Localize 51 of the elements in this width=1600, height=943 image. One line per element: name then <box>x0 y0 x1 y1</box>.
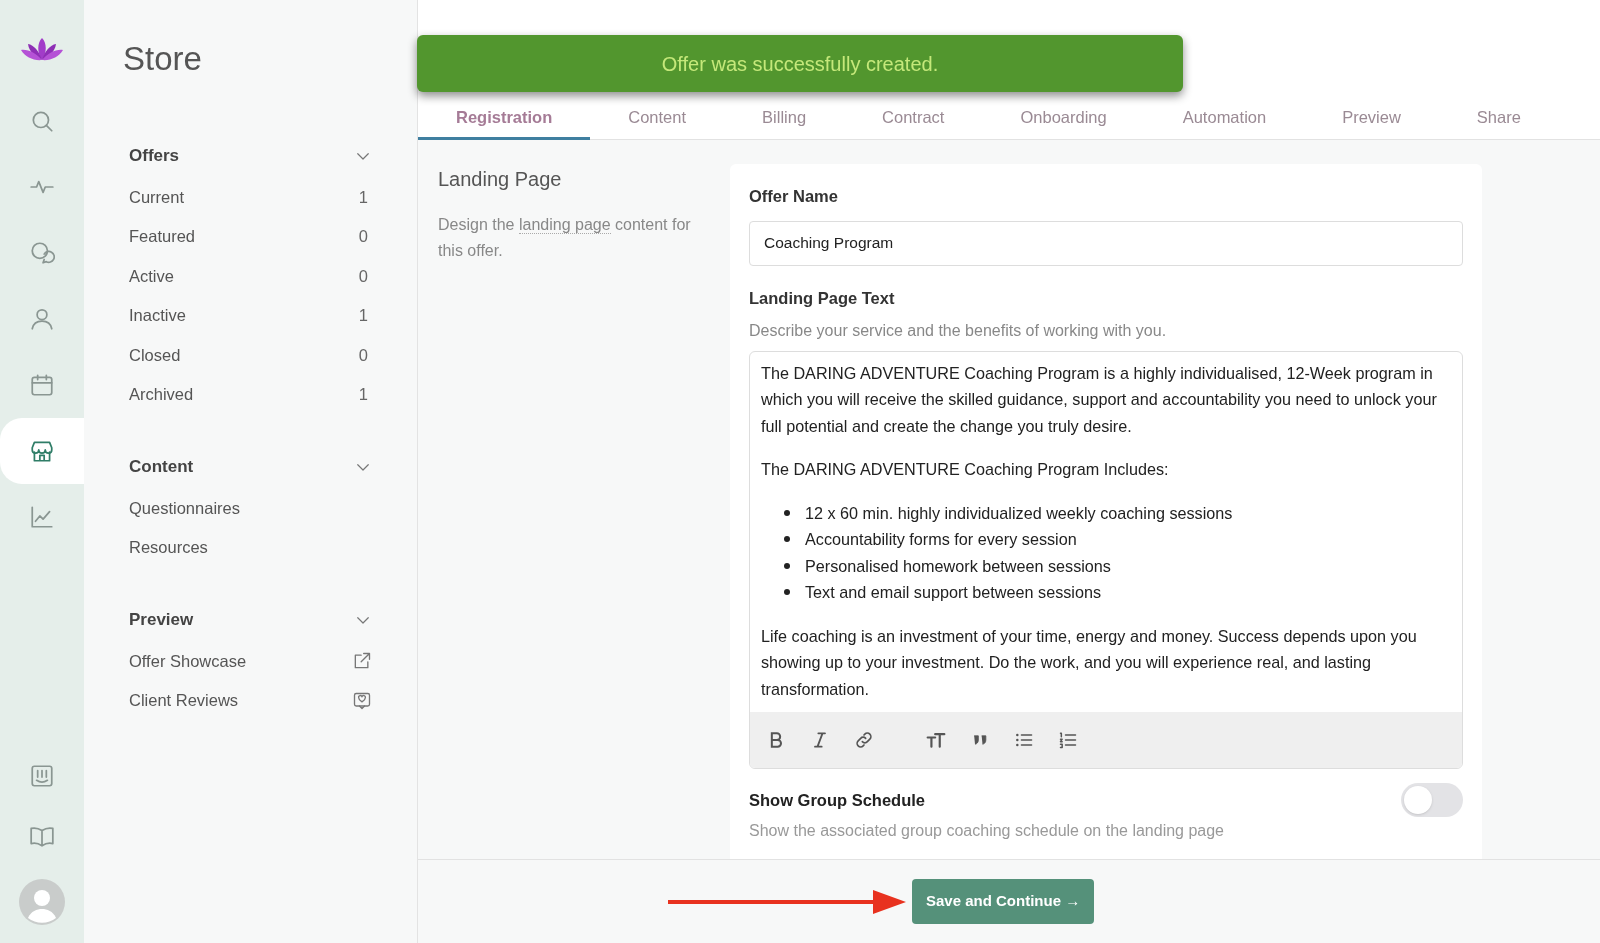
section-title: Landing Page <box>438 167 563 192</box>
bullet-icon <box>784 562 790 569</box>
section-heading: Offers <box>129 144 180 167</box>
store-title: Store <box>123 39 203 79</box>
field-help: Describe your service and the benefits of working with you. <box>749 320 1168 341</box>
field-label: Show Group Schedule <box>749 789 925 811</box>
sidebar-item[interactable]: Questionnaires <box>129 495 240 521</box>
list-item-text: Accountability forms for every session <box>805 529 1077 550</box>
calendar-icon[interactable] <box>29 372 55 398</box>
bullet-icon <box>784 509 790 516</box>
success-toast: Offer was successfully created. <box>417 35 1183 92</box>
sidebar-item[interactable]: Offer Showcase <box>129 648 247 674</box>
save-and-continue-button[interactable]: Save and Continue → <box>912 879 1095 924</box>
sidebar-item[interactable]: Featured <box>129 224 196 250</box>
item-count: 1 <box>358 305 368 327</box>
person-icon[interactable] <box>29 306 55 332</box>
item-count: 1 <box>358 186 368 208</box>
field-help: Show the associated group coaching schedule on the landing page <box>749 821 1225 841</box>
sidebar-item[interactable]: Archived <box>129 382 194 408</box>
list-item-text: Personalised homework between sessions <box>805 555 1111 577</box>
sidebar-item[interactable]: Active <box>129 263 174 289</box>
sidebar-item[interactable]: Inactive <box>129 303 186 329</box>
list-item-text: 12 x 60 min. highly individualized weekly coaching sessions <box>805 502 1233 524</box>
editor-paragraph: Life coaching is an investment of your time, energy and money. Success depends upon you showing up to your investment. Do the work, and you will experience real, and lasting transformation. <box>761 625 1418 700</box>
list-item-text: Text and email support between sessions <box>805 582 1102 603</box>
inbox-icon[interactable] <box>29 763 55 789</box>
editor-paragraph: The DARING ADVENTURE Coaching Program Includes: <box>761 459 1170 480</box>
toggle-switch[interactable] <box>1401 783 1463 817</box>
sidebar-item[interactable]: Client Reviews <box>129 688 239 714</box>
item-count: 1 <box>358 384 368 406</box>
bullet-icon <box>784 536 790 542</box>
chat-icon[interactable] <box>29 240 55 266</box>
item-count: 0 <box>358 265 368 287</box>
sidebar-item[interactable]: Current <box>129 184 185 210</box>
rich-text-editor[interactable] <box>749 350 1463 769</box>
bullet-icon <box>784 589 790 595</box>
speech-bubble-heart-icon[interactable] <box>352 690 372 711</box>
editor-paragraph: The DARING ADVENTURE Coaching Program is a highly individualised, 12-Week program in which you will receive the skilled guidance, support and accountability you need to unlock your full potential and create the change you truly desire. <box>761 362 1438 437</box>
section-heading: Preview <box>129 608 194 631</box>
field-label: Offer Name <box>749 186 839 207</box>
offer-name-input[interactable]: Coaching Program <box>749 220 1463 266</box>
item-count: 0 <box>358 226 368 248</box>
chart-icon[interactable] <box>29 504 55 530</box>
section-description: Design the landing page content for this offer. <box>438 215 692 261</box>
sidebar-item[interactable]: Closed <box>129 342 181 368</box>
lotus-logo-icon <box>20 36 64 62</box>
item-count: 0 <box>358 344 368 366</box>
store-icon[interactable] <box>29 438 55 464</box>
field-label: Landing Page Text <box>749 287 896 309</box>
section-heading: Content <box>129 455 194 478</box>
sidebar-item[interactable]: Resources <box>129 535 208 561</box>
